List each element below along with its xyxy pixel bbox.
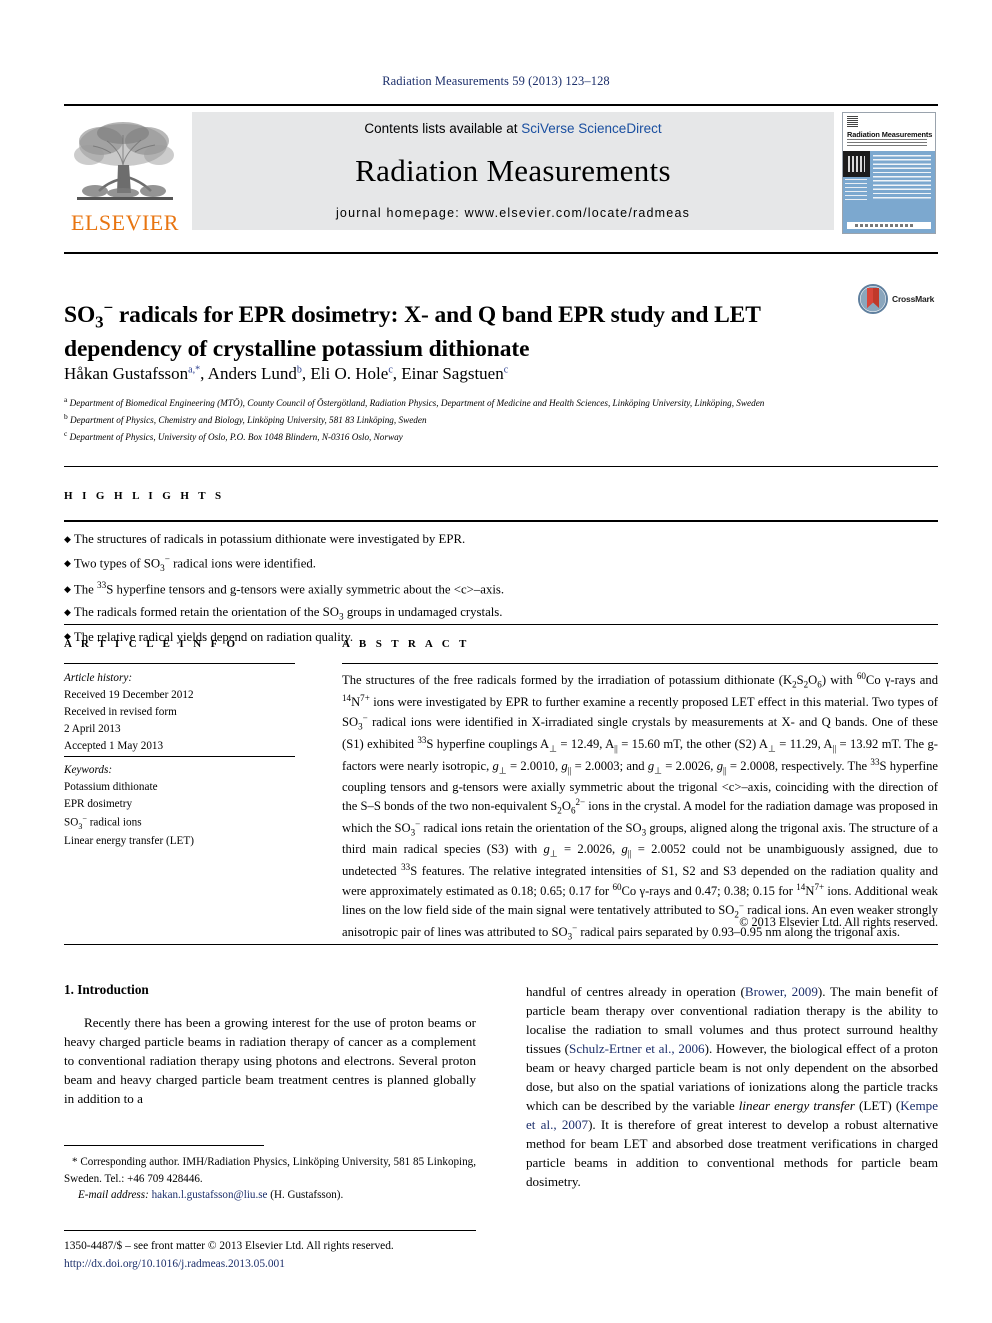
author-affil-marker: c bbox=[503, 364, 509, 376]
citation-link-schulz-ertner[interactable]: Schulz-Ertner et al., 2006 bbox=[569, 1041, 705, 1056]
cover-journal-title: Radiation Measurements bbox=[847, 130, 933, 139]
keywords-label: Keywords: bbox=[64, 764, 113, 776]
crossmark-icon bbox=[858, 284, 888, 314]
article-history: Article history: Received 19 December 20… bbox=[64, 670, 295, 755]
contents-prefix: Contents lists available at bbox=[364, 121, 522, 136]
journal-homepage[interactable]: journal homepage: www.elsevier.com/locat… bbox=[336, 206, 690, 220]
email-label: E-mail address: bbox=[78, 1189, 149, 1202]
imprint-divider bbox=[64, 1230, 476, 1231]
highlights-list: ◆ The structures of radicals in potassium… bbox=[64, 528, 938, 649]
section-title: Introduction bbox=[77, 982, 149, 997]
keyword-item: Potassium dithionate bbox=[64, 781, 158, 794]
abstract-bottom-divider bbox=[64, 944, 938, 945]
article-info-divider bbox=[64, 663, 295, 664]
abstract-text: The structures of the free radicals form… bbox=[342, 671, 939, 942]
keywords-block: Keywords: Potassium dithionate EPR dosim… bbox=[64, 762, 295, 850]
journal-masthead: ELSEVIER Contents lists available at Sci… bbox=[64, 104, 938, 236]
cover-subtitle-lines bbox=[847, 139, 927, 147]
highlights-mid-divider bbox=[64, 520, 938, 522]
author-affil-marker: c bbox=[388, 364, 393, 376]
crossmark-badge[interactable]: CrossMark bbox=[858, 284, 934, 314]
keyword-item: Linear energy transfer (LET) bbox=[64, 835, 194, 848]
keyword-item: EPR dosimetry bbox=[64, 798, 133, 811]
author-list: Håkan Gustafssona,*, Anders Lundb, Eli O… bbox=[64, 364, 509, 383]
citation-link-kempe[interactable]: Kempe et al., 2007 bbox=[526, 1098, 938, 1132]
highlight-item: ◆ The radicals formed retain the orientat… bbox=[64, 605, 503, 622]
elsevier-logo: ELSEVIER bbox=[64, 112, 186, 236]
sciencedirect-link[interactable]: SciVerse ScienceDirect bbox=[521, 121, 661, 136]
highlights-bottom-divider bbox=[64, 624, 938, 625]
contents-available-line: Contents lists available at SciVerse Sci… bbox=[364, 121, 661, 136]
imprint-block: 1350-4487/$ – see front matter © 2013 El… bbox=[64, 1238, 476, 1273]
bullet-icon: ◆ bbox=[64, 606, 71, 617]
highlight-item: ◆ Two types of SO3− radical ions were ide… bbox=[64, 554, 316, 574]
highlights-top-divider bbox=[64, 466, 938, 467]
journal-band: Contents lists available at SciVerse Sci… bbox=[192, 112, 834, 230]
paragraph: handful of centres already in operation … bbox=[526, 984, 939, 1190]
citation-link-brower[interactable]: Brower, 2009 bbox=[745, 984, 818, 999]
elsevier-tree-icon bbox=[74, 122, 174, 200]
italic-term: linear energy transfer bbox=[738, 1098, 855, 1114]
affiliation-item: c Department of Physics, University of O… bbox=[64, 429, 403, 443]
affiliation-item: b Department of Physics, Chemistry and B… bbox=[64, 412, 427, 426]
section-heading-introduction: 1. Introduction bbox=[64, 982, 149, 998]
journal-cover-thumbnail: Radiation Measurements bbox=[842, 112, 938, 236]
paper-page: Radiation Measurements 59 (2013) 123–128 bbox=[0, 0, 992, 1323]
history-item: 2 April 2013 bbox=[64, 723, 121, 736]
abstract-copyright: © 2013 Elsevier Ltd. All rights reserved… bbox=[739, 915, 938, 929]
email-owner: (H. Gustafsson). bbox=[270, 1189, 344, 1202]
author-affil-marker: b bbox=[296, 364, 302, 376]
bullet-icon: ◆ bbox=[64, 533, 71, 544]
issn-line: 1350-4487/$ – see front matter © 2013 El… bbox=[64, 1240, 394, 1252]
highlights-heading: H I G H L I G H T S bbox=[64, 490, 225, 502]
section-number: 1. bbox=[64, 982, 74, 997]
article-title-line-2: dependency of crystalline potassium dith… bbox=[64, 335, 530, 362]
cover-publisher-icon bbox=[847, 116, 858, 128]
article-info-heading: A R T I C L E I N F O bbox=[64, 638, 239, 650]
keyword-item: SO3− radical ions bbox=[64, 814, 142, 832]
highlight-item: ◆ The 33S hyperfine tensors and g-tensors… bbox=[64, 579, 505, 597]
page-title: SO3− radicals for EPR dosimetry: X- and … bbox=[64, 297, 824, 365]
abstract-heading: A B S T R A C T bbox=[342, 638, 470, 650]
bullet-icon: ◆ bbox=[64, 558, 71, 569]
doi-link[interactable]: http://dx.doi.org/10.1016/j.radmeas.2013… bbox=[64, 1258, 285, 1270]
body-column-right: handful of centres already in operation … bbox=[526, 982, 938, 1192]
cover-side-lines bbox=[845, 179, 867, 201]
author-affil-marker: a,* bbox=[188, 364, 201, 376]
highlight-item: ◆ The structures of radicals in potassium… bbox=[64, 532, 466, 546]
running-head: Radiation Measurements 59 (2013) 123–128 bbox=[382, 74, 610, 88]
body-column-left: Recently there has been a growing intere… bbox=[64, 1013, 476, 1108]
cover-footer-bar bbox=[847, 222, 931, 229]
title-divider bbox=[64, 252, 938, 254]
history-item: Accepted 1 May 2013 bbox=[64, 740, 164, 753]
email-note: E-mail address: hakan.l.gustafsson@liu.s… bbox=[64, 1187, 476, 1204]
corresponding-author-note: * Corresponding author. IMH/Radiation Ph… bbox=[64, 1156, 476, 1185]
bullet-icon: ◆ bbox=[64, 583, 71, 594]
paragraph: Recently there has been a growing intere… bbox=[64, 1015, 476, 1107]
footnote-block: * Corresponding author. IMH/Radiation Ph… bbox=[64, 1154, 476, 1204]
cover-toc-lines bbox=[873, 155, 931, 199]
article-title-line-1: SO3− radicals for EPR dosimetry: X- and … bbox=[64, 297, 761, 332]
abstract-divider bbox=[342, 663, 938, 664]
footnote-divider bbox=[64, 1145, 264, 1146]
affiliation-list: a Department of Biomedical Engineering (… bbox=[64, 394, 854, 445]
keywords-divider bbox=[64, 756, 295, 757]
crossmark-label: CrossMark bbox=[892, 294, 935, 304]
cover-square-graphic bbox=[843, 151, 870, 177]
article-history-label: Article history: bbox=[64, 672, 133, 684]
history-item: Received in revised form bbox=[64, 706, 177, 719]
elsevier-wordmark: ELSEVIER bbox=[71, 210, 179, 235]
affiliation-item: a Department of Biomedical Engineering (… bbox=[64, 395, 765, 409]
journal-title: Radiation Measurements bbox=[355, 153, 671, 188]
email-link[interactable]: hakan.l.gustafsson@liu.se bbox=[152, 1189, 268, 1201]
history-item: Received 19 December 2012 bbox=[64, 689, 194, 702]
